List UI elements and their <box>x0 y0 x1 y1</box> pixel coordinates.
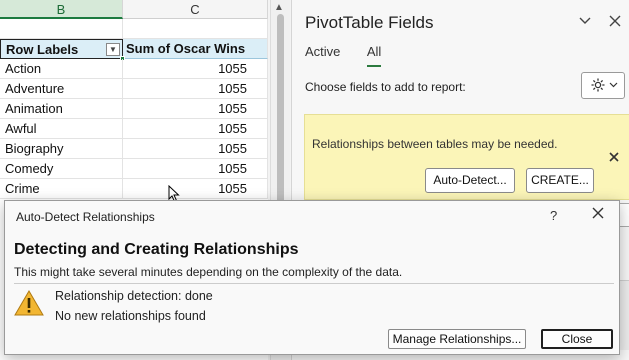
row-label-cell[interactable]: Adventure <box>0 79 123 99</box>
create-button[interactable]: CREATE... <box>526 168 594 193</box>
scroll-up-arrow-icon[interactable]: ▲ <box>274 2 284 13</box>
row-label-cell[interactable]: Crime <box>0 179 123 199</box>
row-labels-text: Row Labels <box>6 42 79 57</box>
cell[interactable] <box>0 19 123 39</box>
dialog-heading: Detecting and Creating Relationships <box>14 241 299 258</box>
close-icon[interactable] <box>609 149 619 165</box>
close-button[interactable]: Close <box>541 329 613 349</box>
table-row: Biography 1055 <box>0 139 268 159</box>
row-label-cell[interactable]: Comedy <box>0 159 123 179</box>
auto-detect-dialog: Auto-Detect Relationships ? Detecting an… <box>4 200 620 355</box>
table-row: Adventure 1055 <box>0 79 268 99</box>
row-label-cell[interactable]: Action <box>0 59 123 79</box>
table-row: Comedy 1055 <box>0 159 268 179</box>
scrollbar-thumb[interactable] <box>277 14 284 204</box>
value-cell[interactable]: 1055 <box>123 59 268 79</box>
detection-status: Relationship detection: done <box>55 289 213 303</box>
pane-tabs: Active All <box>305 43 403 69</box>
help-button[interactable]: ? <box>550 208 557 223</box>
chevron-down-icon <box>609 74 618 99</box>
tab-all[interactable]: All <box>366 44 382 67</box>
relationships-result: No new relationships found <box>55 309 206 323</box>
close-icon[interactable] <box>608 14 622 32</box>
auto-detect-button[interactable]: Auto-Detect... <box>425 168 515 193</box>
pivot-header-row: Row Labels ▼ Sum of Oscar Wins <box>0 39 268 59</box>
column-headers: B C <box>0 0 268 19</box>
relationships-notice: Relationships between tables may be need… <box>304 114 629 200</box>
gear-icon <box>590 77 606 94</box>
dialog-subtitle: This might take several minutes dependin… <box>14 265 403 279</box>
table-row: Action 1055 <box>0 59 268 79</box>
sum-oscar-wins-cell[interactable]: Sum of Oscar Wins <box>123 39 268 59</box>
column-header-b[interactable]: B <box>0 0 123 19</box>
manage-relationships-button[interactable]: Manage Relationships... <box>388 329 526 349</box>
choose-fields-label: Choose fields to add to report: <box>305 80 466 94</box>
table-row: Awful 1055 <box>0 119 268 139</box>
excel-window: B C Row Labels ▼ Sum of Oscar Wins Actio… <box>0 0 629 360</box>
close-icon[interactable] <box>591 206 605 225</box>
filter-dropdown-icon[interactable]: ▼ <box>106 43 120 56</box>
notice-text: Relationships between tables may be need… <box>312 137 558 151</box>
value-cell[interactable]: 1055 <box>123 79 268 99</box>
warning-icon <box>14 290 44 316</box>
tab-active[interactable]: Active <box>305 44 340 65</box>
value-cell[interactable]: 1055 <box>123 139 268 159</box>
field-settings-button[interactable] <box>581 72 625 99</box>
row-label-cell[interactable]: Biography <box>0 139 123 159</box>
table-row: Animation 1055 <box>0 99 268 119</box>
row-labels-cell[interactable]: Row Labels ▼ <box>0 39 123 59</box>
dialog-title: Auto-Detect Relationships <box>16 210 155 224</box>
divider <box>14 283 614 284</box>
row-label-cell[interactable]: Animation <box>0 99 123 119</box>
cell[interactable] <box>123 19 268 39</box>
chevron-down-icon[interactable] <box>578 14 592 32</box>
empty-row <box>0 19 268 39</box>
row-label-cell[interactable]: Awful <box>0 119 123 139</box>
value-cell[interactable]: 1055 <box>123 179 268 199</box>
column-header-c[interactable]: C <box>123 0 268 19</box>
value-cell[interactable]: 1055 <box>123 159 268 179</box>
table-row: Crime 1055 <box>0 179 268 199</box>
pane-title: PivotTable Fields <box>305 13 434 32</box>
value-cell[interactable]: 1055 <box>123 99 268 119</box>
value-cell[interactable]: 1055 <box>123 119 268 139</box>
